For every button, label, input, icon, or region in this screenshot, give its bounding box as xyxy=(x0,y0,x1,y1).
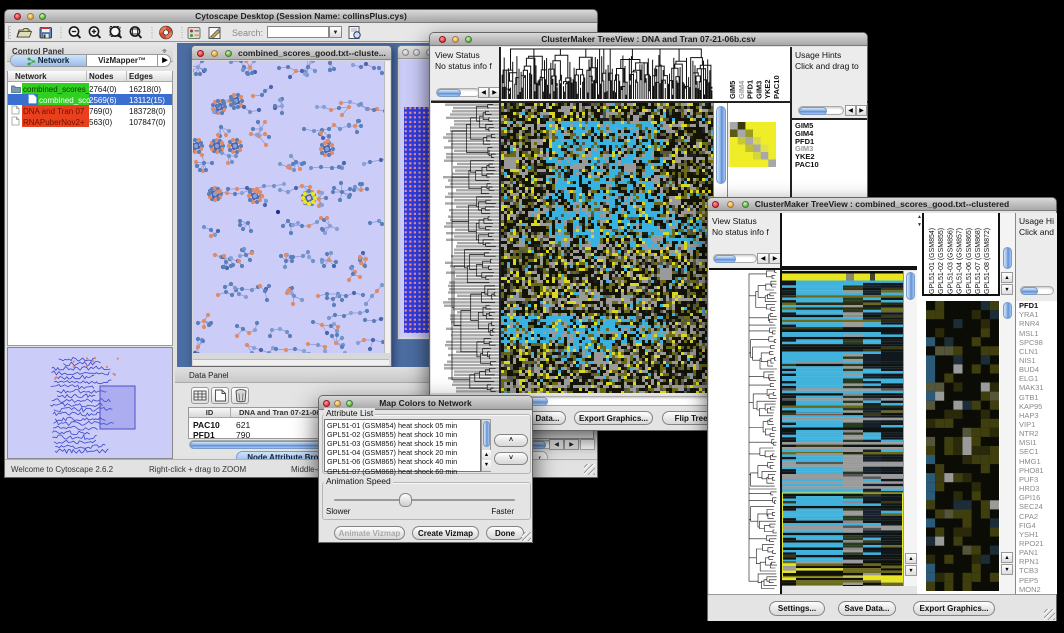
svg-text:GPL51-06 (GSM865): GPL51-06 (GSM865) xyxy=(966,228,973,294)
svg-text:PFD1: PFD1 xyxy=(746,80,755,99)
svg-text:GPL51-04 (GSM857): GPL51-04 (GSM857) xyxy=(957,228,964,294)
svg-text:GPL51-01 (GSM854): GPL51-01 (GSM854) xyxy=(929,228,936,294)
svg-text:GPL51-07 (GSM868): GPL51-07 (GSM868) xyxy=(975,228,982,294)
svg-text:GIM5: GIM5 xyxy=(728,81,737,99)
svg-text:GPL51-03 (GSM856): GPL51-03 (GSM856) xyxy=(947,228,954,294)
svg-text:GPL51-08 (GSM872): GPL51-08 (GSM872) xyxy=(984,228,991,294)
svg-text:GPL51-02 (GSM855): GPL51-02 (GSM855) xyxy=(938,228,945,294)
svg-text:PAC10: PAC10 xyxy=(772,75,781,99)
svg-text:YKE2: YKE2 xyxy=(763,79,772,99)
svg-text:GIM3: GIM3 xyxy=(754,81,763,99)
svg-text:GIM4: GIM4 xyxy=(737,80,746,99)
